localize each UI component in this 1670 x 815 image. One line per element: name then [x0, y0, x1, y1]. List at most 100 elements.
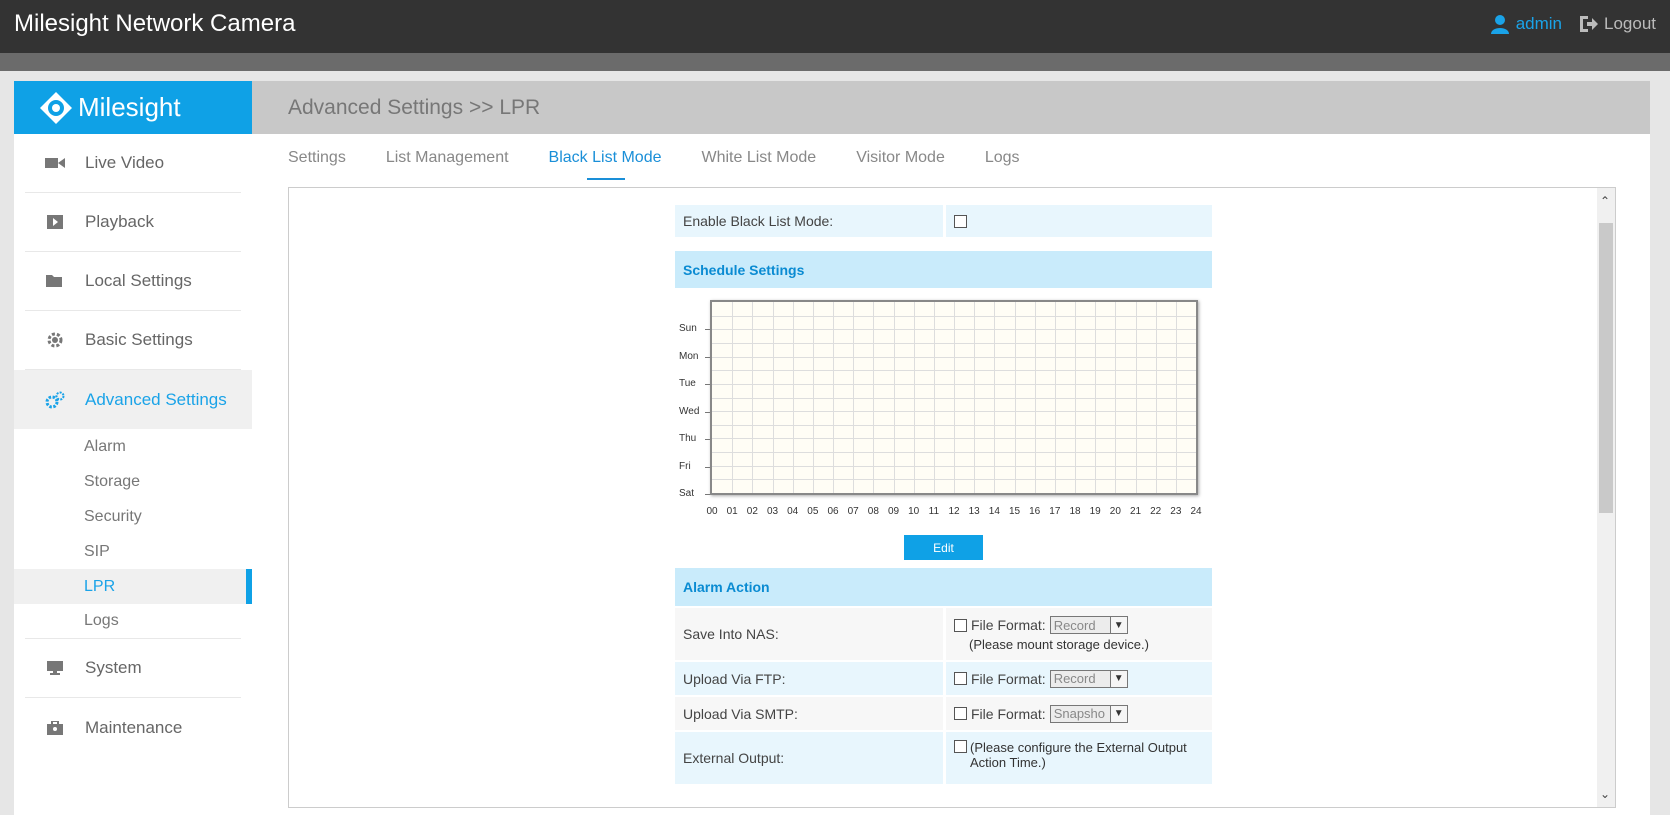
tab-logs[interactable]: Logs [985, 149, 1020, 167]
schedule-header: Schedule Settings [675, 251, 1212, 288]
nas-checkbox[interactable] [954, 618, 967, 632]
chevron-down-icon: ▼ [1109, 705, 1127, 722]
grid-hline [712, 465, 1196, 467]
hour-label: 21 [1129, 506, 1142, 517]
sidebar-item-local-settings[interactable]: Local Settings [25, 252, 241, 311]
grid-hline [712, 424, 1196, 426]
scroll-down-icon[interactable]: ⌄ [1600, 787, 1610, 801]
hour-label: 24 [1190, 506, 1202, 517]
tab-settings[interactable]: Settings [288, 149, 346, 167]
scroll-up-icon[interactable]: ⌃ [1600, 194, 1610, 208]
sidebar-item-label: Local Settings [85, 271, 192, 290]
enable-checkbox[interactable] [954, 214, 967, 228]
sidebar: Milesight Live Video Playback Local Sett… [14, 81, 252, 815]
day-tick [705, 494, 710, 495]
ftp-row: Upload Via FTP: File Format: Record ▼ [675, 662, 1212, 695]
ftp-label: Upload Via FTP: [675, 662, 943, 695]
alarm-action-header: Alarm Action [675, 568, 1212, 606]
user-area: admin Logout [1490, 14, 1656, 34]
hour-label: 23 [1170, 506, 1182, 517]
subitem-logs[interactable]: Logs [25, 604, 241, 639]
grid-hline [712, 411, 1196, 413]
grid-hline [712, 329, 1196, 331]
smtp-row: Upload Via SMTP: File Format: Snapsho ▼ [675, 697, 1212, 730]
subitem-sip[interactable]: SIP [14, 534, 252, 569]
nas-format-select[interactable]: Record ▼ [1049, 616, 1128, 634]
day-tick [705, 466, 710, 468]
grid-hline [712, 452, 1196, 454]
edit-button[interactable]: Edit [904, 535, 983, 560]
sidebar-item-basic-settings[interactable]: Basic Settings [25, 311, 241, 370]
schedule-grid[interactable] [710, 300, 1198, 495]
sidebar-item-label: Maintenance [85, 717, 183, 737]
nas-note: (Please mount storage device.) [969, 637, 1149, 652]
grid-hline [712, 315, 1196, 317]
hour-label: 06 [827, 506, 839, 517]
sidebar-item-label: Playback [85, 212, 154, 231]
subitem-security[interactable]: Security [14, 499, 252, 534]
nas-label: Save Into NAS: [675, 608, 943, 660]
tab-white-list-mode[interactable]: White List Mode [701, 149, 816, 167]
subitem-storage[interactable]: Storage [14, 464, 252, 499]
external-output-checkbox[interactable] [954, 740, 967, 753]
hour-label: 03 [766, 506, 779, 517]
grid-hline [712, 479, 1196, 481]
sidebar-item-live-video[interactable]: Live Video [25, 134, 241, 193]
tab-list-management[interactable]: List Management [386, 149, 509, 167]
enable-row: Enable Black List Mode: [675, 205, 1212, 237]
sidebar-item-system[interactable]: System [25, 639, 241, 698]
toolbox-icon [45, 720, 65, 735]
black-list-form: Enable Black List Mode: Schedule Setting… [675, 188, 1212, 784]
grid-hline [712, 356, 1196, 358]
sidebar-item-label: Advanced Settings [85, 389, 227, 409]
gear-icon [45, 332, 65, 348]
subitem-alarm[interactable]: Alarm [14, 429, 252, 464]
schedule-chart[interactable]: Edit Sun Mon Tue Wed Thu Fri Sat 00 01 02 03 04 05 06… [675, 288, 1212, 568]
hour-label: 15 [1008, 506, 1021, 517]
folder-icon [45, 274, 65, 288]
chevron-down-icon: ▼ [1109, 670, 1127, 687]
hour-label: 16 [1029, 506, 1041, 517]
tab-visitor-mode[interactable]: Visitor Mode [856, 149, 945, 167]
scroll-thumb[interactable] [1599, 223, 1613, 513]
logo-text: Milesight [78, 92, 181, 122]
chevron-down-icon: ▼ [1109, 617, 1127, 633]
subitem-lpr[interactable]: LPR [14, 569, 252, 604]
top-bar: Milesight Network Camera admin Logout [0, 0, 1670, 53]
day-tick [705, 439, 710, 440]
logo: Milesight [14, 81, 252, 134]
monitor-icon [45, 661, 65, 675]
ftp-format-select[interactable]: Record ▼ [1049, 669, 1128, 688]
sidebar-item-maintenance[interactable]: Maintenance [25, 698, 241, 757]
smtp-label: Upload Via SMTP: [675, 697, 943, 730]
hour-label: 17 [1049, 506, 1061, 517]
hour-label: 08 [867, 506, 879, 517]
grid-hline [712, 383, 1196, 385]
sidebar-item-advanced-settings[interactable]: Advanced Settings [14, 370, 252, 429]
grid-hline [712, 342, 1196, 344]
day-tick [705, 384, 710, 385]
file-format-label: File Format: [971, 670, 1046, 687]
hour-label: 11 [928, 506, 940, 517]
user-icon [1490, 15, 1509, 34]
external-output-note: (Please configure the External Output Ac… [970, 740, 1187, 770]
video-camera-icon [45, 157, 65, 169]
milesight-logo-icon [40, 91, 72, 124]
logout-button[interactable]: Logout [1578, 14, 1656, 34]
hour-label: 01 [726, 506, 738, 517]
user-menu[interactable]: admin [1490, 14, 1562, 34]
external-output-row: External Output: (Please configure the E… [675, 732, 1212, 784]
ftp-checkbox[interactable] [954, 672, 967, 685]
logout-icon [1580, 16, 1598, 32]
smtp-checkbox[interactable] [954, 707, 967, 720]
smtp-format-select[interactable]: Snapsho ▼ [1049, 704, 1128, 723]
nas-row: Save Into NAS: File Format: Record ▼ (Ple… [675, 608, 1212, 660]
tab-black-list-mode[interactable]: Black List Mode [549, 149, 661, 180]
user-name: admin [1515, 14, 1562, 33]
sidebar-item-label: System [85, 658, 142, 677]
hour-label: 13 [968, 506, 980, 517]
scrollbar[interactable]: ⌃ ⌄ [1597, 188, 1615, 807]
external-output-label: External Output: [675, 732, 943, 784]
sidebar-item-playback[interactable]: Playback [25, 193, 241, 252]
enable-label: Enable Black List Mode: [675, 205, 943, 237]
